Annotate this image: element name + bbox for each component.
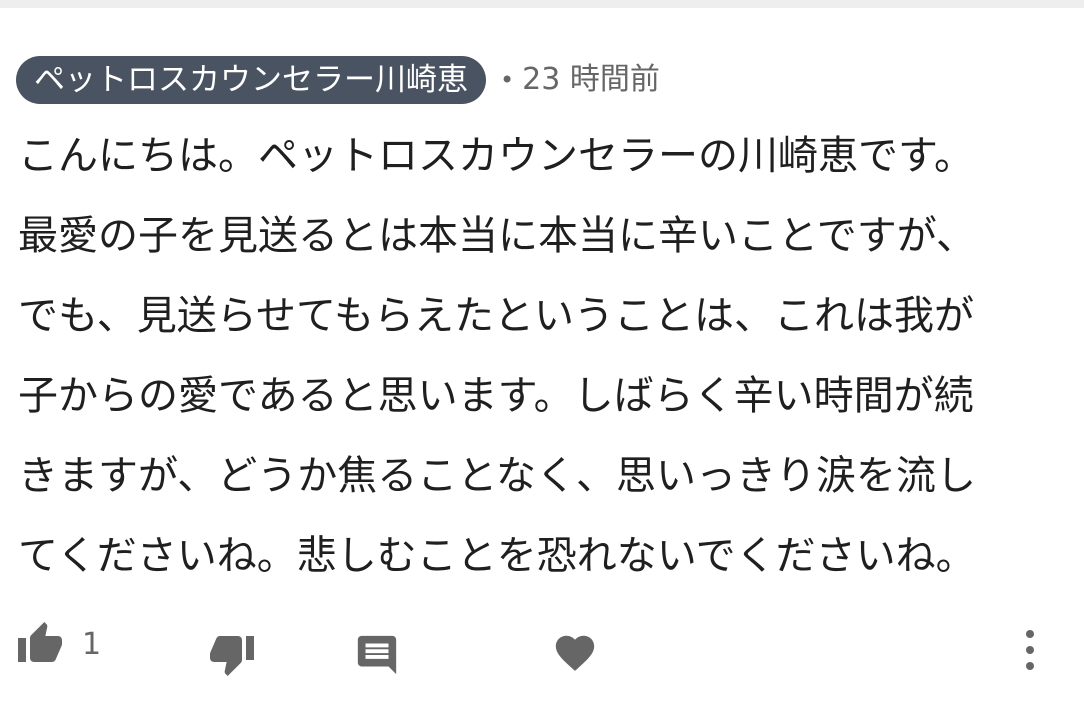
- author-badge[interactable]: ペットロスカウンセラー川崎恵: [16, 56, 486, 104]
- dislike-button[interactable]: [208, 630, 256, 678]
- thumbs-up-icon: [16, 620, 64, 668]
- like-button[interactable]: 1: [16, 620, 101, 668]
- comment-header: ペットロスカウンセラー川崎恵 • 23 時間前: [16, 56, 660, 104]
- timestamp: 23 時間前: [522, 62, 660, 97]
- comment-line: でも、見送らせてもらえたということは、これは我が: [18, 293, 974, 339]
- top-divider: [0, 0, 1084, 8]
- separator-dot: •: [500, 66, 515, 94]
- comment-body: こんにちは。ペットロスカウンセラーの川崎恵です。 最愛の子を見送るとは本当に本当…: [18, 116, 1068, 596]
- comment-line: てくださいね。悲しむことを恐れないでくださいね。: [18, 533, 976, 579]
- heart-button[interactable]: [552, 630, 598, 676]
- comment-line: 最愛の子を見送るとは本当に本当に辛いことですが、: [18, 213, 976, 259]
- more-vertical-icon: [1020, 628, 1040, 672]
- more-button[interactable]: [1020, 628, 1040, 672]
- comment-line: きますが、どうか焦ることなく、思いっきり涙を流し: [18, 453, 976, 499]
- comment-icon: [354, 632, 400, 678]
- comment-line: 子からの愛であると思います。しばらく辛い時間が続: [18, 373, 974, 419]
- comment-actions: 1: [0, 616, 1084, 686]
- comment-line: こんにちは。ペットロスカウンセラーの川崎恵です。: [18, 133, 974, 179]
- like-count: 1: [82, 626, 102, 662]
- reply-button[interactable]: [354, 632, 400, 678]
- heart-icon: [552, 630, 598, 676]
- thumbs-down-icon: [208, 630, 256, 678]
